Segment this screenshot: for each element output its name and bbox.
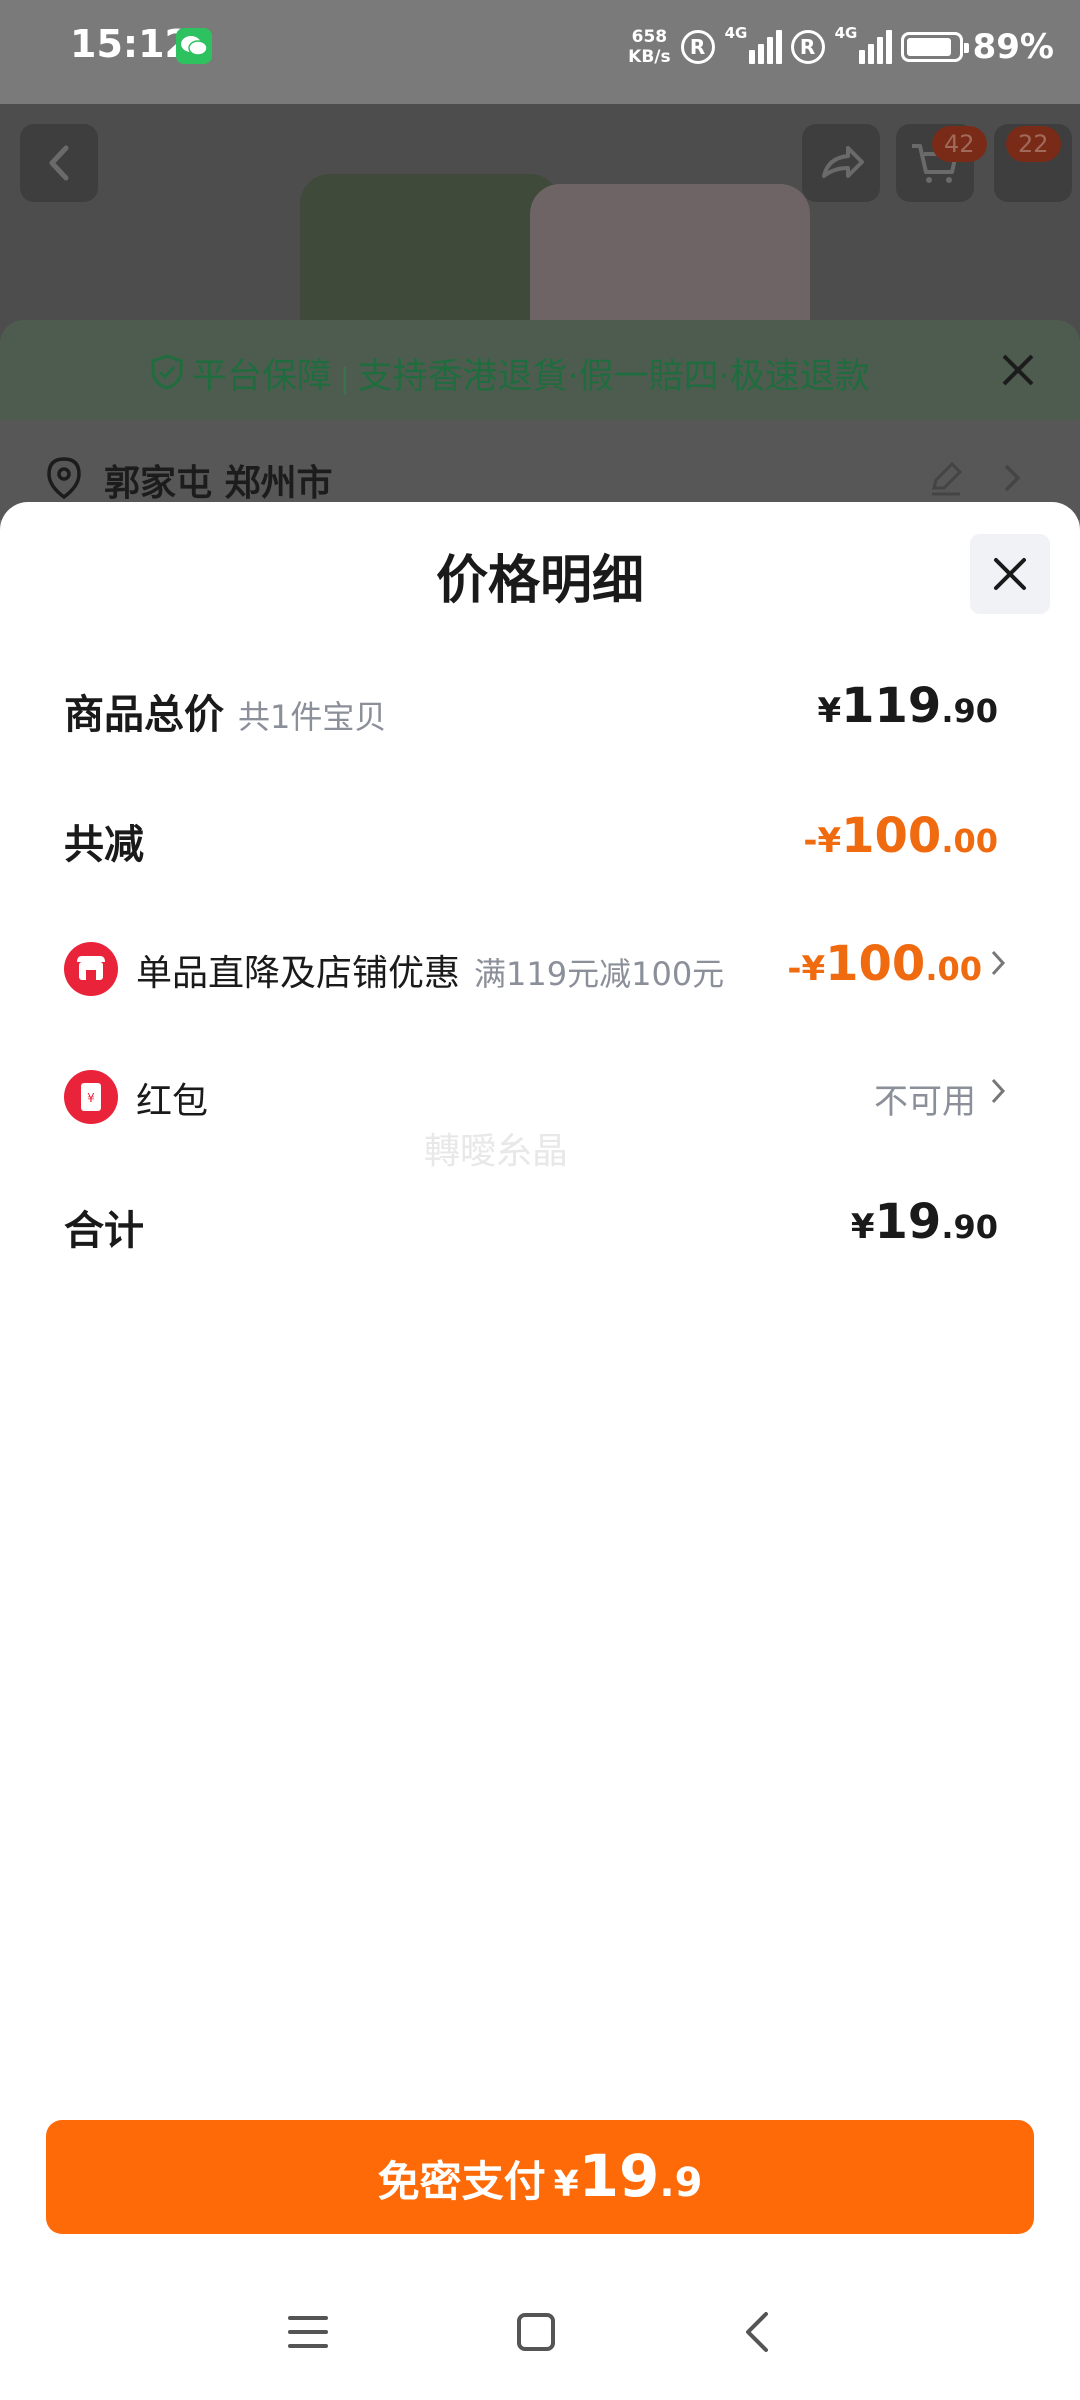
chevron-right-icon [991,950,1006,976]
red-packet-status: 不可用 [874,1082,976,1122]
row-total-discount: 共减 -¥100.00 [64,798,998,878]
close-icon[interactable] [998,350,1038,390]
status-time: 15:12 [70,22,191,66]
svg-text:¥: ¥ [87,1091,95,1105]
location-pin-icon [47,457,81,500]
address-text: 郭家屯 郑州市 [104,463,333,504]
network-speed: 658 KB/s [628,27,671,67]
home-icon[interactable] [516,2312,556,2352]
shield-icon [151,354,183,390]
back-icon[interactable] [742,2310,770,2354]
guarantee-banner: 平台保障 | 支持香港退貨·假一賠四·极速退款 [0,320,1080,420]
row-total-price: 商品总价 共1件宝贝 ¥119.90 [64,668,998,748]
close-button[interactable] [970,534,1050,614]
cart-badge: 42 [932,126,987,162]
watermark-text: 轉曖糸晶 [424,1131,569,1172]
wechat-icon [176,28,212,64]
red-packet-label: 红包 [136,1081,209,1122]
password-free-pay-button[interactable]: 免密支付 ¥19.9 [46,2120,1034,2234]
battery-level [906,38,952,56]
guarantee-text: 平台保障 | 支持香港退貨·假一賠四·极速退款 [192,357,870,397]
row-store-discount[interactable]: 单品直降及店铺优惠 满119元减100元 -¥100.00 [64,926,1006,1006]
battery-percent: 89% [972,27,1054,67]
battery-icon [900,32,969,62]
system-nav-bar [0,2270,1080,2400]
menu-icon[interactable] [288,2314,328,2350]
signal-icon: 4G [725,24,782,66]
signal-icon: 4G [835,24,892,66]
status-bar: 15:12 658 KB/s R 4G R 4G 89% [0,0,1080,104]
item-count: 共1件宝贝 [238,698,387,736]
price-detail-sheet: 价格明细 商品总价 共1件宝贝 ¥119.90 共减 -¥100.00 单品直降及… [0,502,1080,2400]
back-button[interactable] [20,124,98,202]
store-icon [64,942,118,996]
roaming-icon: R [790,30,825,64]
red-packet-icon: ¥ [64,1070,118,1124]
sum-value: ¥19.90 [850,1194,998,1250]
store-discount-rule: 满119元减100元 [474,955,725,993]
chevron-right-icon [991,1078,1006,1104]
store-discount-value: -¥100.00 [787,936,982,992]
total-price-label: 商品总价 [64,692,224,738]
status-indicators: 658 KB/s R 4G R 4G 89% [628,22,1054,72]
total-price-value: ¥119.90 [817,678,998,734]
share-button[interactable] [802,124,880,202]
edit-icon[interactable] [926,458,966,498]
pay-label: 免密支付 [377,2157,546,2206]
sheet-title: 价格明细 [435,551,644,611]
row-sum: 合计 ¥19.90 [64,1184,998,1264]
roaming-icon: R [680,30,715,64]
discount-value: -¥100.00 [803,808,998,864]
close-icon [994,558,1026,590]
sum-label: 合计 [64,1208,144,1254]
message-badge: 22 [1006,126,1061,162]
store-discount-label: 单品直降及店铺优惠 [136,953,461,994]
chevron-right-icon[interactable] [1000,460,1024,496]
discount-label: 共减 [64,822,144,868]
